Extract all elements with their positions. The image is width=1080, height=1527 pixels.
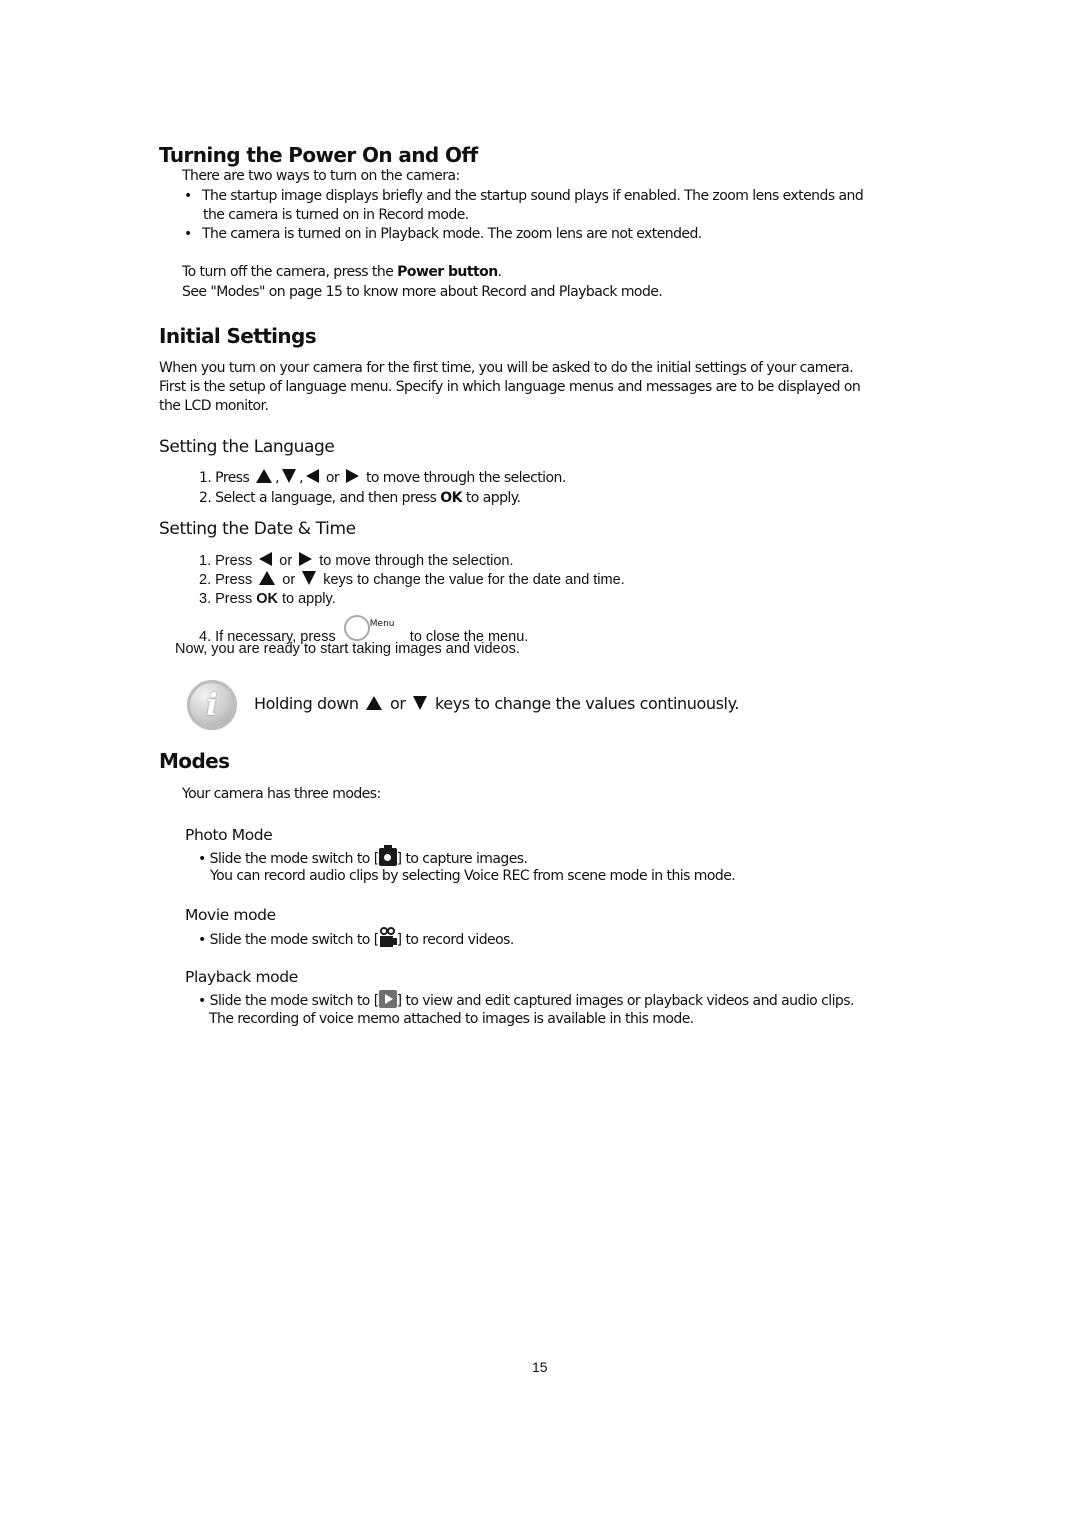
step-number: 1.	[199, 553, 212, 569]
left-arrow-icon	[305, 469, 319, 483]
note-text: Holding down or keys to change the value…	[254, 694, 739, 713]
up-arrow-icon	[366, 695, 383, 710]
datetime-step-3: 3. Press OK to apply.	[199, 590, 336, 609]
play-icon	[378, 990, 397, 1008]
bullet-dot: •	[198, 851, 206, 867]
movie-mode-line-1: • Slide the mode switch to [ ] to record …	[198, 927, 515, 950]
power-off-text: To turn off the camera, press the Power …	[182, 263, 502, 282]
comma: ,	[275, 470, 280, 486]
right-arrow-icon	[299, 552, 313, 567]
menu-label: Menu	[369, 619, 395, 629]
up-arrow-icon	[256, 469, 273, 483]
see-modes-text: See "Modes" on page 15 to know more abou…	[182, 284, 663, 300]
note-suffix: keys to change the values continuously.	[434, 694, 740, 713]
comma: ,	[299, 470, 303, 486]
playback-mode-suffix: ] to view and edit captured images or pl…	[396, 993, 855, 1009]
power-bullet-1-line2: the camera is turned on in Record mode.	[203, 207, 469, 223]
ok-label: OK	[256, 591, 278, 607]
modes-intro: Your camera has three modes:	[182, 786, 381, 802]
power-bullet-2: • The camera is turned on in Playback mo…	[184, 225, 702, 244]
initial-para-line-3: the LCD monitor.	[159, 398, 269, 414]
or-text: or	[325, 470, 340, 486]
step-text: Press	[215, 591, 257, 607]
photo-mode-line-2: You can record audio clips by selecting …	[210, 868, 736, 884]
info-icon: i	[187, 680, 237, 730]
camera-icon	[378, 845, 397, 866]
step-number: 3.	[199, 591, 212, 607]
movie-mode-suffix: ] to record videos.	[396, 932, 515, 948]
down-arrow-icon	[413, 695, 428, 710]
note-prefix: Holding down	[254, 694, 359, 713]
power-button-label: Power button	[397, 264, 498, 280]
bullet-dot: •	[184, 226, 192, 242]
step-text: Select a language, and then press	[215, 490, 441, 506]
playback-mode-heading: Playback mode	[185, 968, 298, 986]
step-text: keys to change the value for the date an…	[323, 572, 625, 588]
power-heading: Turning the Power On and Off	[159, 143, 478, 167]
step-text: to apply.	[461, 490, 521, 506]
photo-mode-heading: Photo Mode	[185, 826, 273, 844]
step-number: 2.	[199, 490, 212, 506]
step-text: Press	[215, 572, 253, 588]
or-text: or	[282, 572, 296, 588]
initial-settings-heading: Initial Settings	[159, 324, 317, 348]
step-number: 2.	[199, 572, 212, 588]
power-bullet-1: • The startup image displays briefly and…	[184, 187, 864, 206]
initial-para-line-2: First is the setup of language menu. Spe…	[159, 379, 861, 395]
up-arrow-icon	[259, 571, 276, 586]
power-off-prefix: To turn off the camera, press the	[182, 264, 398, 280]
step-text: to apply.	[277, 591, 336, 607]
right-arrow-icon	[346, 469, 360, 483]
page-number: 15	[532, 1359, 548, 1375]
photo-mode-suffix: ] to capture images.	[396, 851, 528, 867]
language-step-1: 1. Press ,, or to move through the selec…	[199, 469, 566, 488]
language-heading: Setting the Language	[159, 437, 335, 457]
step-text: Press	[215, 470, 254, 486]
or-text: or	[279, 553, 293, 569]
down-arrow-icon	[302, 571, 317, 586]
playback-mode-line-1: • Slide the mode switch to [ ] to view an…	[198, 990, 854, 1011]
power-bullet-1-line1: The startup image displays briefly and t…	[202, 188, 864, 204]
ok-label: OK	[440, 490, 462, 506]
playback-mode-line-2: The recording of voice memo attached to …	[209, 1011, 694, 1027]
ready-text: Now, you are ready to start taking image…	[175, 641, 520, 657]
bullet-dot: •	[198, 932, 206, 948]
step-text: to move through the selection.	[319, 553, 514, 569]
bullet-dot: •	[184, 188, 192, 204]
modes-heading: Modes	[159, 749, 230, 773]
down-arrow-icon	[282, 469, 297, 483]
or-text: or	[390, 694, 406, 713]
left-arrow-icon	[259, 552, 273, 567]
datetime-heading: Setting the Date & Time	[159, 519, 356, 539]
photo-mode-prefix: Slide the mode switch to [	[209, 851, 380, 867]
playback-mode-prefix: Slide the mode switch to [	[209, 993, 380, 1009]
bullet-dot: •	[198, 993, 206, 1009]
photo-mode-line-1: • Slide the mode switch to [ ] to capture…	[198, 845, 528, 869]
datetime-step-1: 1. Press or to move through the selectio…	[199, 552, 514, 571]
step-text: to move through the selection.	[365, 470, 566, 486]
movie-camera-icon	[379, 927, 397, 947]
movie-mode-heading: Movie mode	[185, 906, 276, 924]
menu-circle-icon	[343, 615, 370, 641]
power-off-suffix: .	[497, 264, 502, 280]
movie-mode-prefix: Slide the mode switch to [	[209, 932, 380, 948]
initial-para-line-1: When you turn on your camera for the fir…	[159, 360, 854, 376]
step-text: Press	[215, 553, 253, 569]
step-number: 1.	[199, 470, 212, 486]
power-bullet-2-line1: The camera is turned on in Playback mode…	[202, 226, 702, 242]
datetime-step-2: 2. Press or keys to change the value for…	[199, 571, 625, 590]
language-step-2: 2. Select a language, and then press OK …	[199, 489, 521, 508]
power-intro: There are two ways to turn on the camera…	[182, 168, 460, 184]
